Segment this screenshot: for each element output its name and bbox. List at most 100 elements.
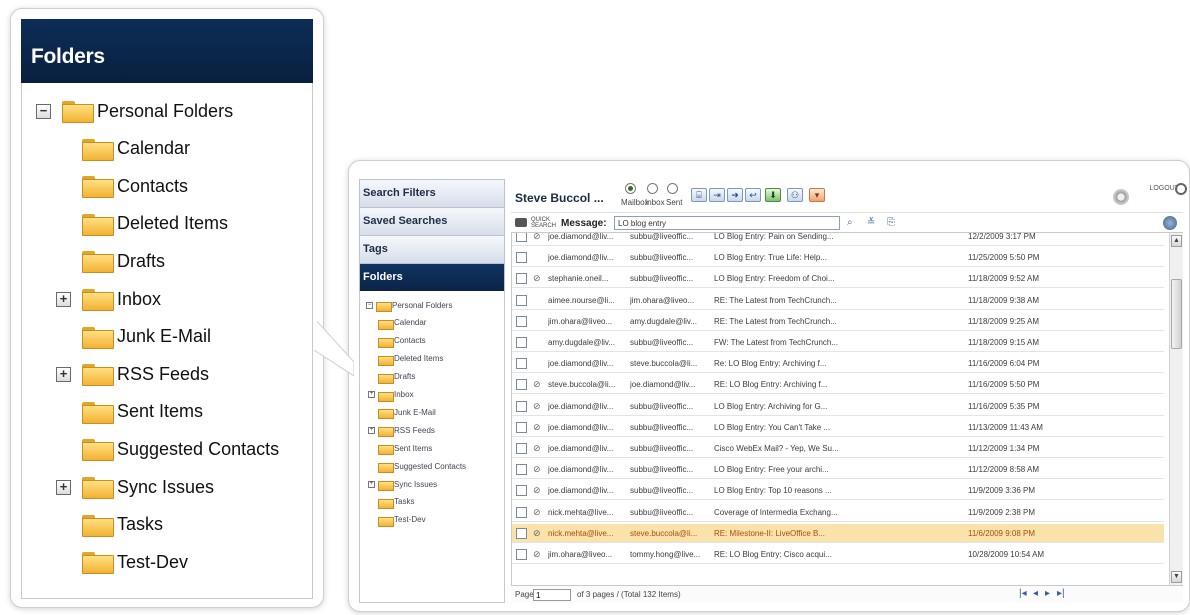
search-icon[interactable]: ⌕ — [847, 217, 853, 228]
quick-search-button[interactable]: QUICK SEARCH — [515, 217, 556, 229]
tags-button[interactable]: Tags — [359, 235, 505, 263]
message-row[interactable]: jim.ohara@liveo... amy.dugdale@liv... RE: … — [512, 312, 1164, 331]
folder-item-junk-e-mail[interactable]: Junk E-Mail — [81, 322, 211, 352]
expand-icon[interactable]: + — [368, 391, 375, 398]
mini-folder-item-contacts[interactable]: Contacts — [378, 335, 426, 348]
sent-radio[interactable] — [667, 183, 678, 194]
expand-icon[interactable]: + — [56, 479, 71, 495]
message-search-input[interactable] — [614, 216, 840, 230]
power-icon[interactable] — [1175, 183, 1187, 195]
mini-folder-item-tasks[interactable]: Tasks — [378, 496, 414, 509]
message-row[interactable]: joe.diamond@liv... subbu@liveoffic... LO B… — [512, 248, 1164, 268]
message-row[interactable]: ⊘ joe.diamond@liv... subbu@liveoffic... LO … — [512, 460, 1164, 480]
last-page-icon[interactable]: ▸| — [1057, 588, 1065, 599]
folder-item-deleted-items[interactable]: Deleted Items — [81, 209, 228, 239]
message-row[interactable]: ⊘ stephanie.oneil... subbu@liveoffic... LO … — [512, 269, 1164, 289]
message-row[interactable]: aimee.nourse@li... jim.ohara@liveo... RE: … — [512, 291, 1164, 310]
row-checkbox[interactable] — [516, 527, 527, 539]
message-row[interactable]: ⊘ joe.diamond@liv... subbu@liveoffic... Cis… — [512, 439, 1164, 458]
reply-icon[interactable]: ↩ — [745, 188, 761, 202]
collapse-icon[interactable]: − — [366, 301, 373, 309]
row-checkbox[interactable] — [516, 252, 527, 264]
mailbox-radio[interactable] — [625, 183, 636, 194]
row-checkbox[interactable] — [516, 337, 527, 348]
tag-dropdown-icon[interactable]: ▾ — [809, 188, 825, 202]
folder-item-rss-feeds[interactable]: + RSS Feeds — [56, 359, 209, 389]
row-checkbox[interactable] — [516, 315, 527, 327]
folder-item-contacts[interactable]: Contacts — [81, 171, 188, 201]
row-checkbox[interactable] — [516, 549, 527, 560]
expand-icon[interactable]: + — [368, 426, 375, 434]
inbox-radio[interactable] — [647, 183, 658, 194]
advanced-search-icon[interactable] — [1163, 216, 1177, 230]
folder-item-sync-issues[interactable]: + Sync Issues — [56, 472, 214, 502]
folder-item-sent-items[interactable]: Sent Items — [81, 397, 203, 427]
folder-item-calendar[interactable]: Calendar — [81, 134, 190, 164]
folder-item-tasks[interactable]: Tasks — [81, 510, 163, 540]
row-checkbox[interactable] — [516, 273, 527, 285]
message-row[interactable]: ⊘ jim.ohara@liveo... tommy.hong@live... RE:… — [512, 545, 1164, 564]
download-icon[interactable]: ⬇ — [765, 188, 781, 202]
mini-folder-item-calendar[interactable]: Calendar — [378, 317, 426, 330]
row-checkbox[interactable] — [516, 506, 527, 518]
row-checkbox[interactable] — [516, 233, 527, 242]
saved-searches-button[interactable]: Saved Searches — [359, 207, 505, 235]
mini-folder-item-sent-items[interactable]: Sent Items — [378, 442, 432, 456]
message-row[interactable]: ⊘ joe.diamond@liv... subbu@liveoffic... LO … — [512, 481, 1164, 501]
scrollbar[interactable]: ▲ ▼ — [1169, 233, 1183, 585]
mini-folder-item-inbox[interactable]: + Inbox — [368, 389, 414, 402]
folder-item-suggested-contacts[interactable]: Suggested Contacts — [81, 434, 279, 464]
message-row[interactable]: ⊘ joe.diamond@liv... subbu@liveoffic... LO … — [512, 397, 1164, 416]
row-checkbox[interactable] — [516, 485, 527, 497]
row-checkbox[interactable] — [516, 464, 527, 476]
filter-icon[interactable]: ≚ — [867, 217, 875, 228]
message-row[interactable]: ⊘ joe.diamond@liv... subbu@liveoffic... LO … — [512, 418, 1164, 437]
collapse-icon[interactable]: − — [36, 103, 51, 119]
mini-folder-item-junk-e-mail[interactable]: Junk E-Mail — [378, 406, 436, 420]
next-page-icon[interactable]: ▸ — [1045, 588, 1050, 599]
row-checkbox[interactable] — [516, 421, 527, 433]
settings-icon[interactable] — [1113, 189, 1129, 205]
folder-icon — [378, 318, 394, 330]
folder-item-inbox[interactable]: + Inbox — [56, 284, 161, 314]
scroll-down-arrow-icon[interactable]: ▼ — [1171, 571, 1182, 583]
folder-item-drafts[interactable]: Drafts — [81, 246, 165, 276]
mini-folder-item-personal-folders[interactable]: − Personal Folders — [366, 299, 452, 312]
first-page-icon[interactable]: |◂ — [1019, 588, 1027, 599]
folder-item-test-dev[interactable]: Test-Dev — [81, 547, 188, 577]
mini-folder-item-drafts[interactable]: Drafts — [378, 371, 415, 384]
row-checkbox[interactable] — [516, 443, 527, 454]
search-filters-button[interactable]: Search Filters — [359, 179, 505, 207]
expand-icon[interactable]: + — [56, 366, 71, 382]
message-row[interactable]: joe.diamond@liv... steve.buccola@li... Re:… — [512, 354, 1164, 374]
mini-folder-item-deleted-items[interactable]: Deleted Items — [378, 353, 443, 366]
message-row[interactable]: ⊘ joe.diamond@liv... subbu@liveoffic... LO … — [512, 233, 1164, 246]
prev-page-icon[interactable]: ◂ — [1033, 588, 1038, 599]
folders-button[interactable]: Folders — [359, 263, 505, 291]
mini-folder-item-sync-issues[interactable]: + Sync Issues — [368, 478, 437, 491]
row-checkbox[interactable] — [516, 358, 527, 370]
mini-folder-item-suggested-contacts[interactable]: Suggested Contacts — [378, 460, 466, 474]
scroll-up-arrow-icon[interactable]: ▲ — [1171, 235, 1182, 247]
scroll-thumb[interactable] — [1171, 279, 1182, 349]
row-checkbox[interactable] — [516, 379, 527, 391]
expand-icon[interactable]: + — [56, 291, 71, 307]
message-row[interactable]: ⊘ nick.mehta@live... subbu@liveoffic... Cov… — [512, 503, 1164, 522]
message-row[interactable]: ⊘ nick.mehta@live... steve.buccola@li... RE… — [512, 523, 1164, 543]
date-cell: 11/18/2009 9:52 AM — [968, 274, 1040, 284]
users-icon[interactable]: ⚇ — [787, 188, 803, 202]
export-search-icon[interactable]: ⎘ — [887, 217, 895, 228]
expand-icon[interactable]: + — [368, 480, 375, 488]
message-row[interactable]: amy.dugdale@liv... subbu@liveoffic... FW: … — [512, 333, 1164, 352]
network-icon[interactable]: ⌸ — [691, 188, 707, 202]
message-row[interactable]: ⊘ steve.buccola@li... joe.diamond@liv... RE… — [512, 375, 1164, 395]
row-checkbox[interactable] — [516, 400, 527, 412]
page-number-input[interactable] — [533, 589, 571, 601]
folder-label: Personal Folders — [97, 100, 234, 121]
row-checkbox[interactable] — [516, 294, 527, 306]
mini-folder-item-rss-feeds[interactable]: + RSS Feeds — [368, 424, 435, 438]
forward-icon[interactable]: ➜ — [727, 188, 743, 202]
mini-folder-item-test-dev[interactable]: Test-Dev — [378, 514, 426, 527]
folder-item-personal-folders[interactable]: − Personal Folders — [36, 96, 233, 126]
export-icon[interactable]: ⇥ — [709, 188, 725, 202]
